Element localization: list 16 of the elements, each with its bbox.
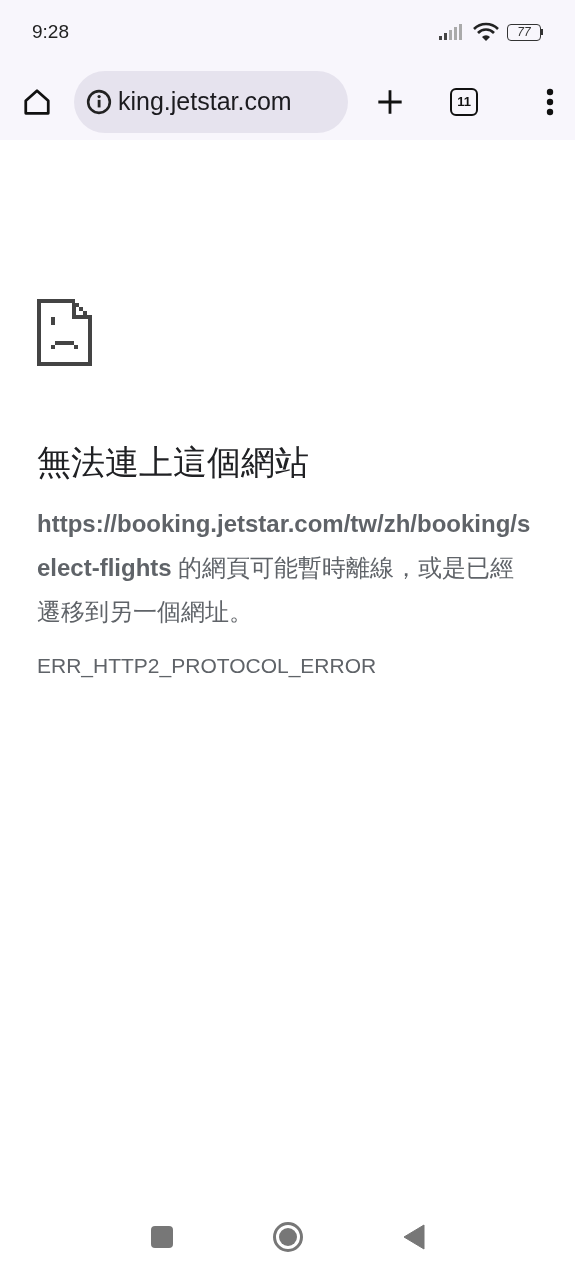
home-nav-button[interactable] bbox=[272, 1222, 303, 1252]
wifi-icon bbox=[473, 22, 499, 42]
recents-button[interactable] bbox=[150, 1226, 173, 1248]
url-text: king.jetstar.com bbox=[118, 86, 292, 118]
signal-icon bbox=[439, 24, 465, 40]
address-bar[interactable]: king.jetstar.com bbox=[74, 71, 348, 133]
back-button[interactable] bbox=[402, 1224, 425, 1250]
info-icon bbox=[86, 89, 112, 115]
error-code: ERR_HTTP2_PROTOCOL_ERROR bbox=[37, 653, 378, 680]
menu-button[interactable] bbox=[545, 87, 555, 117]
battery-indicator: 77 bbox=[507, 23, 543, 41]
error-title: 無法連上這個網站 bbox=[37, 442, 310, 483]
sad-page-icon bbox=[37, 299, 93, 366]
status-time: 9:28 bbox=[32, 19, 69, 44]
tab-switcher-button[interactable]: 11 bbox=[450, 88, 478, 116]
error-message: https://booking.jetstar.com/tw/zh/booking/select-flights 的網頁可能暫時離線，或是已經遷移到另一個網址。 bbox=[37, 509, 532, 627]
